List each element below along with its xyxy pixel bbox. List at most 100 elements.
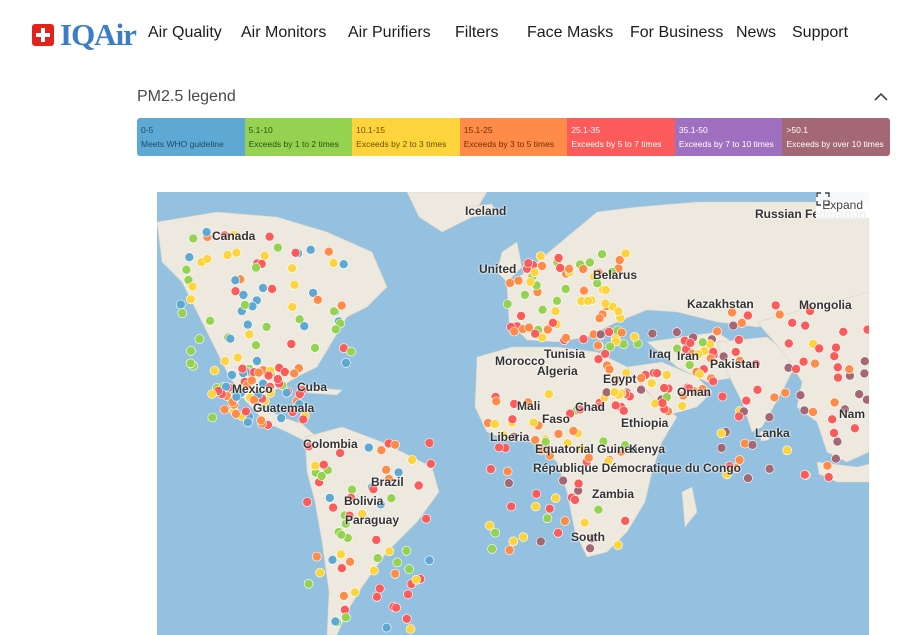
station-marker[interactable] (832, 436, 843, 447)
station-marker[interactable] (402, 613, 412, 624)
station-marker[interactable] (505, 278, 515, 288)
station-marker[interactable] (372, 553, 383, 563)
station-marker[interactable] (184, 252, 195, 262)
station-marker[interactable] (305, 244, 316, 255)
station-marker[interactable] (605, 341, 615, 352)
station-marker[interactable] (405, 624, 416, 634)
station-marker[interactable] (310, 460, 321, 471)
station-marker[interactable] (564, 264, 574, 274)
station-marker[interactable] (636, 373, 647, 383)
station-marker[interactable] (594, 313, 605, 324)
station-marker[interactable] (185, 358, 196, 369)
station-marker[interactable] (339, 591, 349, 601)
station-marker[interactable] (319, 459, 329, 470)
station-marker[interactable] (264, 231, 275, 242)
station-marker[interactable] (712, 326, 723, 337)
station-marker[interactable] (299, 321, 310, 331)
station-marker[interactable] (535, 536, 546, 547)
station-marker[interactable] (336, 300, 347, 311)
station-marker[interactable] (769, 392, 780, 403)
station-marker[interactable] (186, 346, 196, 356)
station-marker[interactable] (593, 340, 603, 351)
station-marker[interactable] (316, 471, 327, 481)
station-marker[interactable] (504, 545, 515, 555)
station-marker[interactable] (324, 246, 334, 257)
station-marker[interactable] (508, 536, 519, 547)
station-marker[interactable] (303, 578, 314, 589)
station-marker[interactable] (364, 442, 374, 453)
station-marker[interactable] (413, 480, 424, 491)
station-marker[interactable] (829, 397, 840, 408)
station-marker[interactable] (743, 473, 753, 484)
station-marker[interactable] (579, 285, 589, 296)
station-marker[interactable] (831, 453, 841, 464)
station-marker[interactable] (823, 472, 834, 482)
station-marker[interactable] (795, 390, 806, 400)
station-marker[interactable] (838, 327, 849, 337)
station-marker[interactable] (273, 374, 283, 384)
station-marker[interactable] (558, 475, 568, 486)
station-marker[interactable] (787, 318, 798, 328)
station-marker[interactable] (525, 277, 536, 287)
station-marker[interactable] (829, 428, 839, 438)
station-marker[interactable] (555, 263, 565, 273)
station-marker[interactable] (286, 339, 297, 349)
station-marker[interactable] (241, 406, 251, 417)
station-marker[interactable] (490, 419, 500, 429)
station-marker[interactable] (244, 329, 255, 340)
station-marker[interactable] (652, 368, 662, 378)
station-marker[interactable] (371, 535, 382, 545)
nav-news[interactable]: News (736, 24, 776, 42)
station-marker[interactable] (258, 283, 268, 293)
station-marker[interactable] (290, 247, 301, 258)
station-marker[interactable] (261, 322, 272, 332)
station-marker[interactable] (747, 440, 758, 450)
station-marker[interactable] (578, 264, 589, 274)
station-marker[interactable] (502, 466, 513, 477)
station-marker[interactable] (618, 406, 629, 416)
station-marker[interactable] (280, 367, 290, 377)
station-marker[interactable] (289, 368, 299, 379)
station-marker[interactable] (185, 294, 196, 305)
station-marker[interactable] (253, 367, 264, 378)
station-marker[interactable] (573, 478, 584, 489)
station-marker[interactable] (252, 356, 262, 366)
station-marker[interactable] (504, 478, 514, 488)
station-marker[interactable] (530, 328, 541, 339)
station-marker[interactable] (421, 513, 432, 524)
station-marker[interactable] (310, 343, 320, 353)
station-marker[interactable] (829, 351, 840, 361)
station-marker[interactable] (833, 372, 843, 383)
nav-air-purifiers[interactable]: Air Purifiers (348, 24, 431, 42)
station-marker[interactable] (535, 251, 546, 261)
station-marker[interactable] (736, 318, 747, 328)
station-marker[interactable] (523, 258, 534, 268)
station-marker[interactable] (646, 378, 657, 388)
station-marker[interactable] (494, 442, 504, 453)
station-marker[interactable] (281, 387, 292, 398)
station-marker[interactable] (175, 299, 186, 310)
station-marker[interactable] (287, 302, 298, 312)
station-marker[interactable] (671, 327, 682, 337)
station-marker[interactable] (616, 327, 627, 338)
station-marker[interactable] (620, 516, 631, 526)
station-marker[interactable] (518, 532, 529, 542)
station-marker[interactable] (484, 520, 495, 531)
station-marker[interactable] (799, 469, 810, 480)
station-marker[interactable] (315, 567, 325, 578)
station-marker[interactable] (585, 257, 595, 268)
station-marker[interactable] (491, 396, 502, 407)
station-marker[interactable] (808, 407, 818, 417)
station-marker[interactable] (222, 250, 233, 260)
nav-air-monitors[interactable]: Air Monitors (241, 24, 326, 42)
station-marker[interactable] (780, 387, 791, 398)
world-air-quality-map[interactable]: Iceland Canada Russian Federation United… (157, 192, 869, 635)
station-marker[interactable] (289, 280, 300, 290)
station-marker[interactable] (585, 543, 595, 554)
station-marker[interactable] (827, 414, 838, 425)
station-marker[interactable] (194, 334, 205, 344)
station-marker[interactable] (537, 261, 547, 271)
station-marker[interactable] (251, 262, 261, 273)
chevron-up-icon[interactable] (872, 88, 890, 106)
station-marker[interactable] (600, 298, 611, 309)
